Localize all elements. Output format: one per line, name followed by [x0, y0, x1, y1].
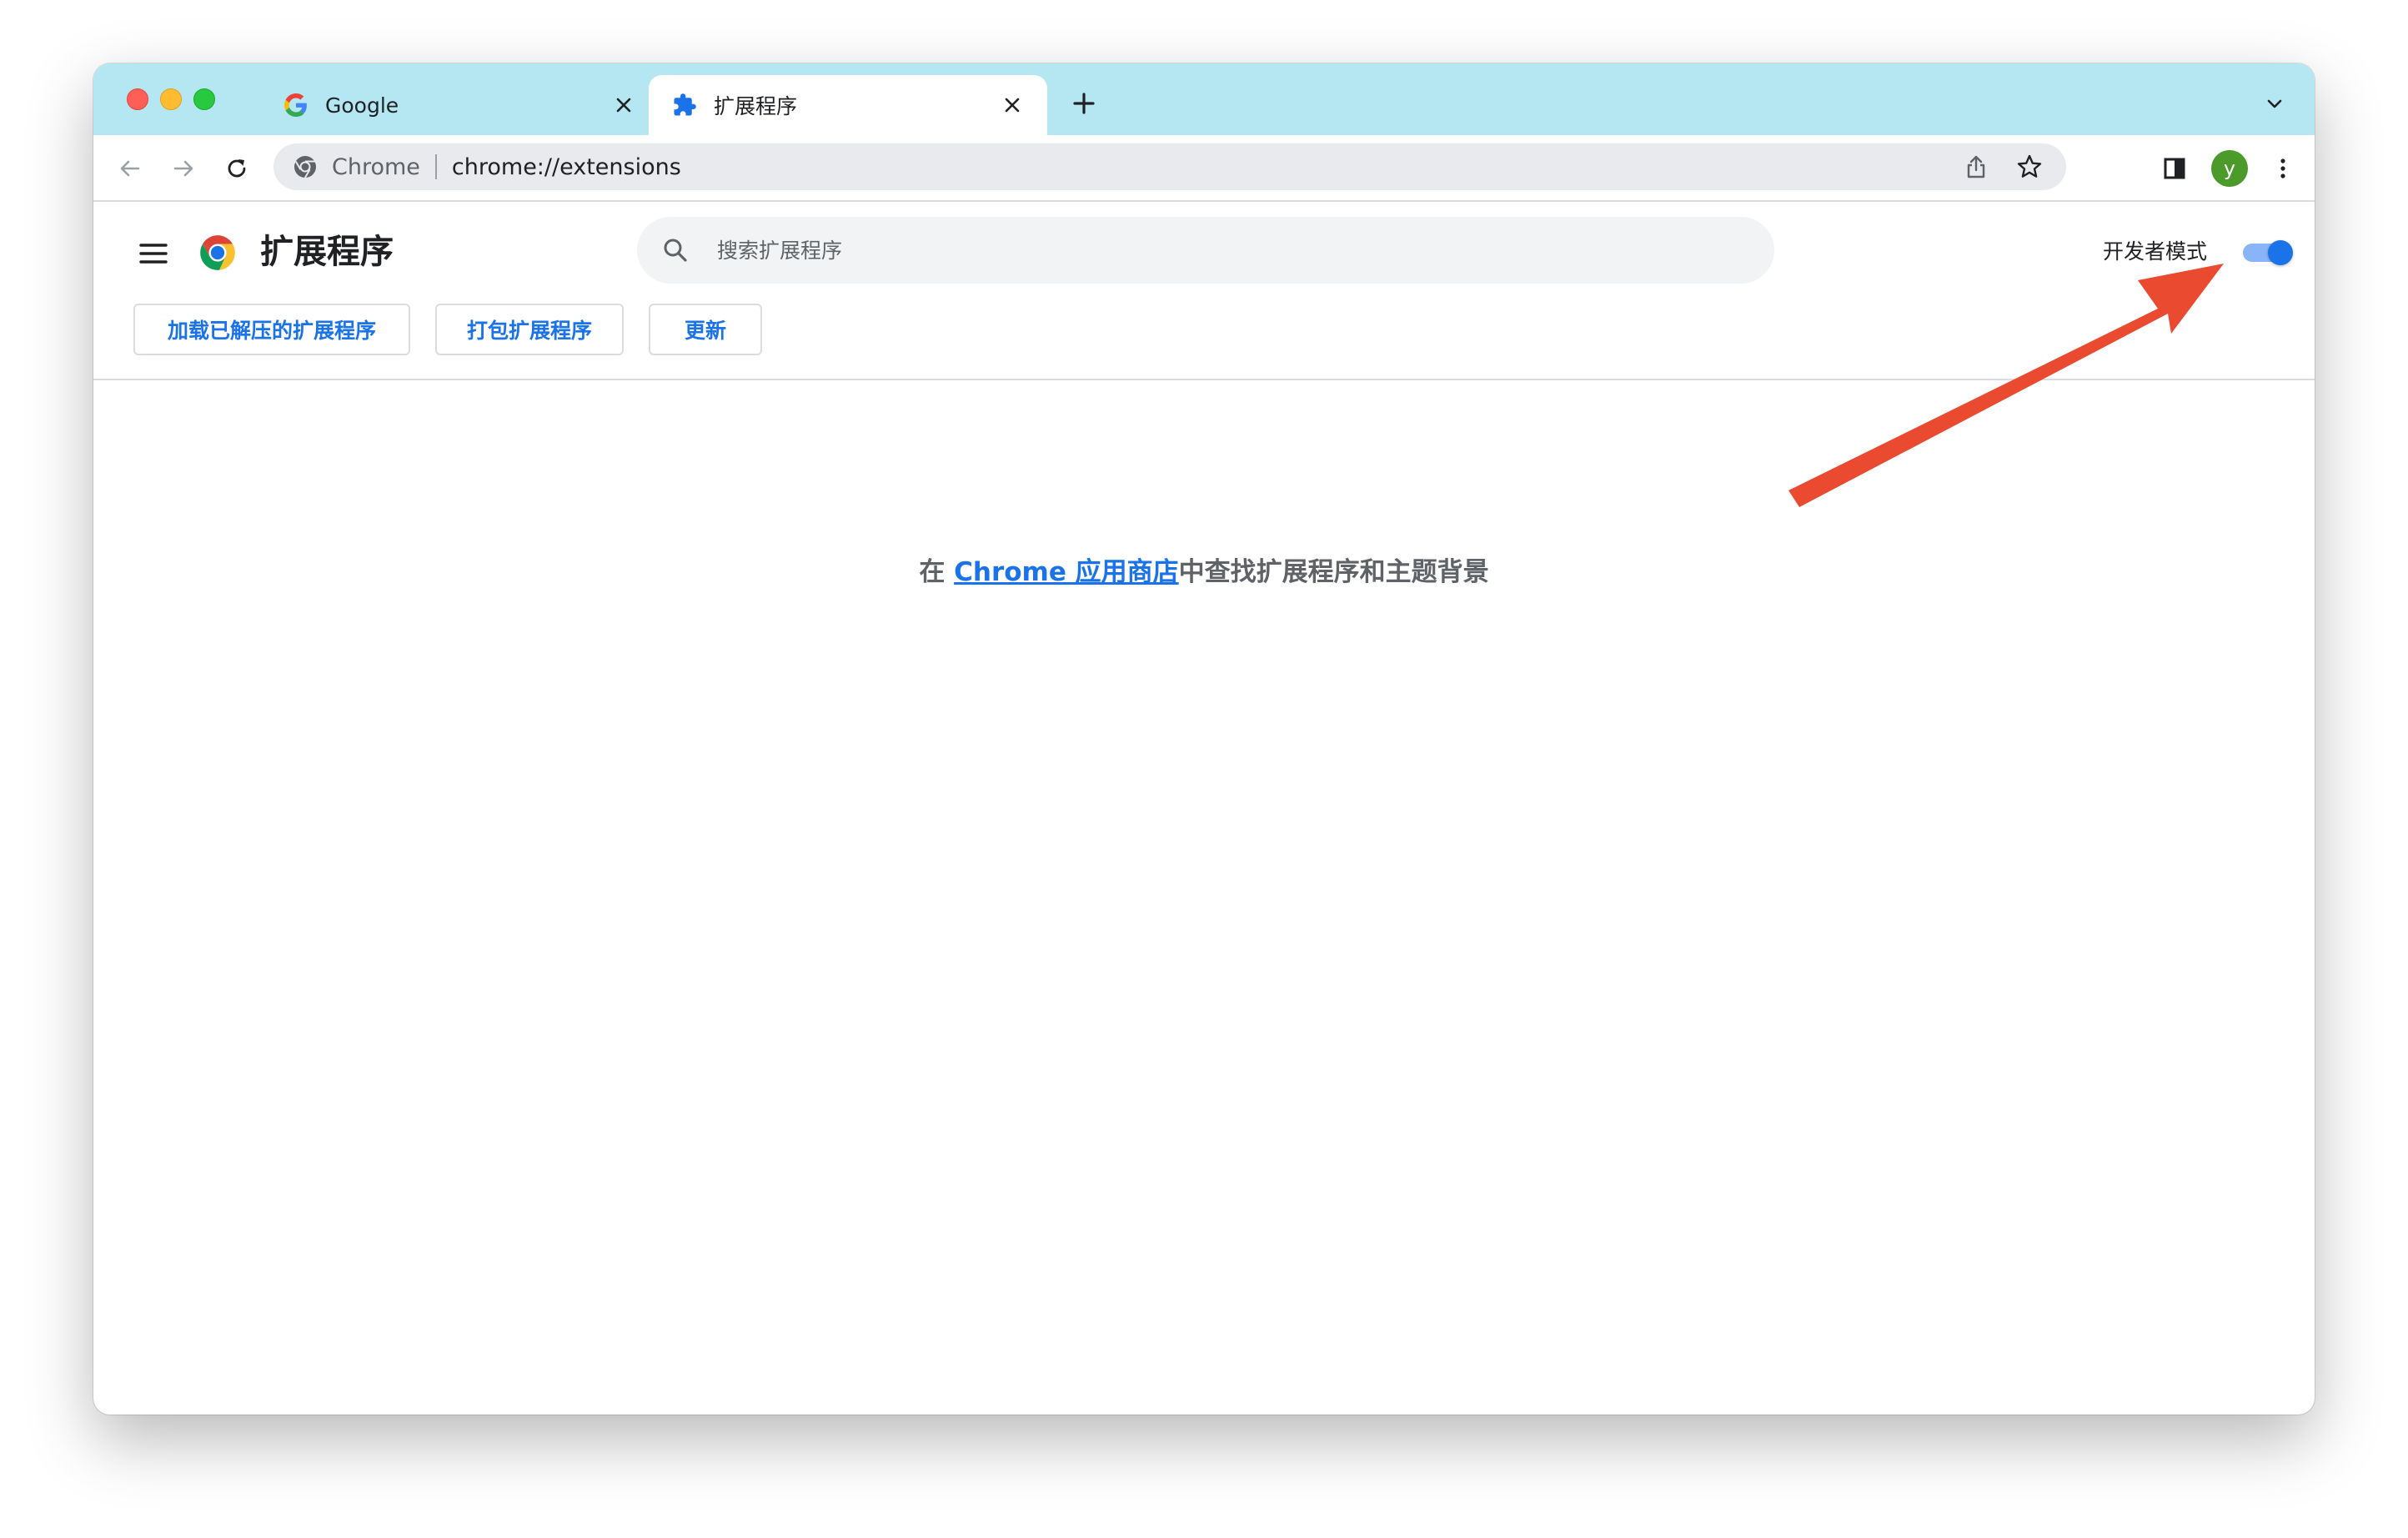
developer-mode-label: 开发者模式	[2103, 239, 2208, 264]
more-vertical-icon	[2280, 158, 2285, 178]
google-g-icon	[283, 93, 309, 118]
browser-toolbar: Chrome chrome://extensions y	[93, 135, 2315, 202]
address-bar[interactable]: Chrome chrome://extensions	[273, 143, 2066, 190]
page-title: 扩展程序	[260, 233, 394, 271]
side-panel-button[interactable]	[2156, 150, 2193, 187]
search-icon	[660, 235, 690, 265]
profile-avatar[interactable]: y	[2211, 150, 2248, 187]
reload-icon	[228, 159, 246, 178]
update-button[interactable]: 更新	[649, 304, 762, 355]
search-input[interactable]	[715, 237, 1774, 264]
pack-extension-button[interactable]: 打包扩展程序	[435, 304, 624, 355]
tab-strip: Google 扩展程序	[93, 63, 2315, 135]
tab-extensions[interactable]: 扩展程序	[649, 75, 1047, 135]
omnibox-chip: Chrome	[332, 153, 420, 180]
tab-search-button[interactable]	[2260, 88, 2290, 118]
developer-mode-toggle[interactable]	[2243, 240, 2296, 265]
forward-button[interactable]	[165, 150, 202, 187]
browser-window: Google 扩展程序 Chrome chrome://extensions y…	[93, 63, 2315, 1415]
chrome-site-icon[interactable]	[292, 153, 319, 180]
new-tab-button[interactable]	[1067, 87, 1101, 120]
load-unpacked-button[interactable]: 加载已解压的扩展程序	[133, 304, 410, 355]
tab-google[interactable]: Google	[260, 75, 659, 135]
close-tab-icon[interactable]	[997, 90, 1027, 120]
back-button[interactable]	[112, 150, 148, 187]
minimize-window-button[interactable]	[160, 88, 182, 110]
empty-message-prefix: 在	[919, 557, 955, 587]
puzzle-piece-icon	[672, 93, 697, 118]
omnibox-divider	[434, 154, 437, 179]
chevron-down-icon	[2267, 99, 2282, 108]
arrow-left-icon	[120, 160, 140, 177]
chrome-menu-button[interactable]	[2265, 150, 2301, 187]
plus-icon	[1073, 93, 1095, 114]
bookmark-star-icon[interactable]	[2013, 150, 2046, 183]
maximize-window-button[interactable]	[193, 88, 215, 110]
web-store-link[interactable]: Chrome 应用商店	[954, 557, 1179, 587]
close-window-button[interactable]	[127, 88, 148, 110]
toggle-knob	[2268, 240, 2293, 265]
tab-title: 扩展程序	[714, 94, 798, 118]
reload-button[interactable]	[218, 150, 255, 187]
tab-title: Google	[325, 93, 399, 118]
empty-message-suffix: 中查找扩展程序和主题背景	[1178, 557, 1489, 587]
chrome-logo-icon	[200, 235, 235, 270]
close-tab-icon[interactable]	[609, 90, 639, 120]
empty-state-message: 在 Chrome 应用商店中查找扩展程序和主题背景	[93, 550, 2315, 588]
share-icon[interactable]	[1959, 150, 1993, 183]
omnibox-url[interactable]: chrome://extensions	[452, 154, 1939, 180]
main-menu-button[interactable]	[135, 235, 172, 272]
extensions-search[interactable]	[637, 217, 1774, 284]
hamburger-icon	[139, 244, 168, 264]
arrow-right-icon	[173, 160, 193, 177]
extensions-header: 扩展程序 开发者模式 加载已解压的扩展程序 打包扩展程序 更新	[93, 202, 2315, 380]
side-panel-icon	[2164, 158, 2185, 179]
